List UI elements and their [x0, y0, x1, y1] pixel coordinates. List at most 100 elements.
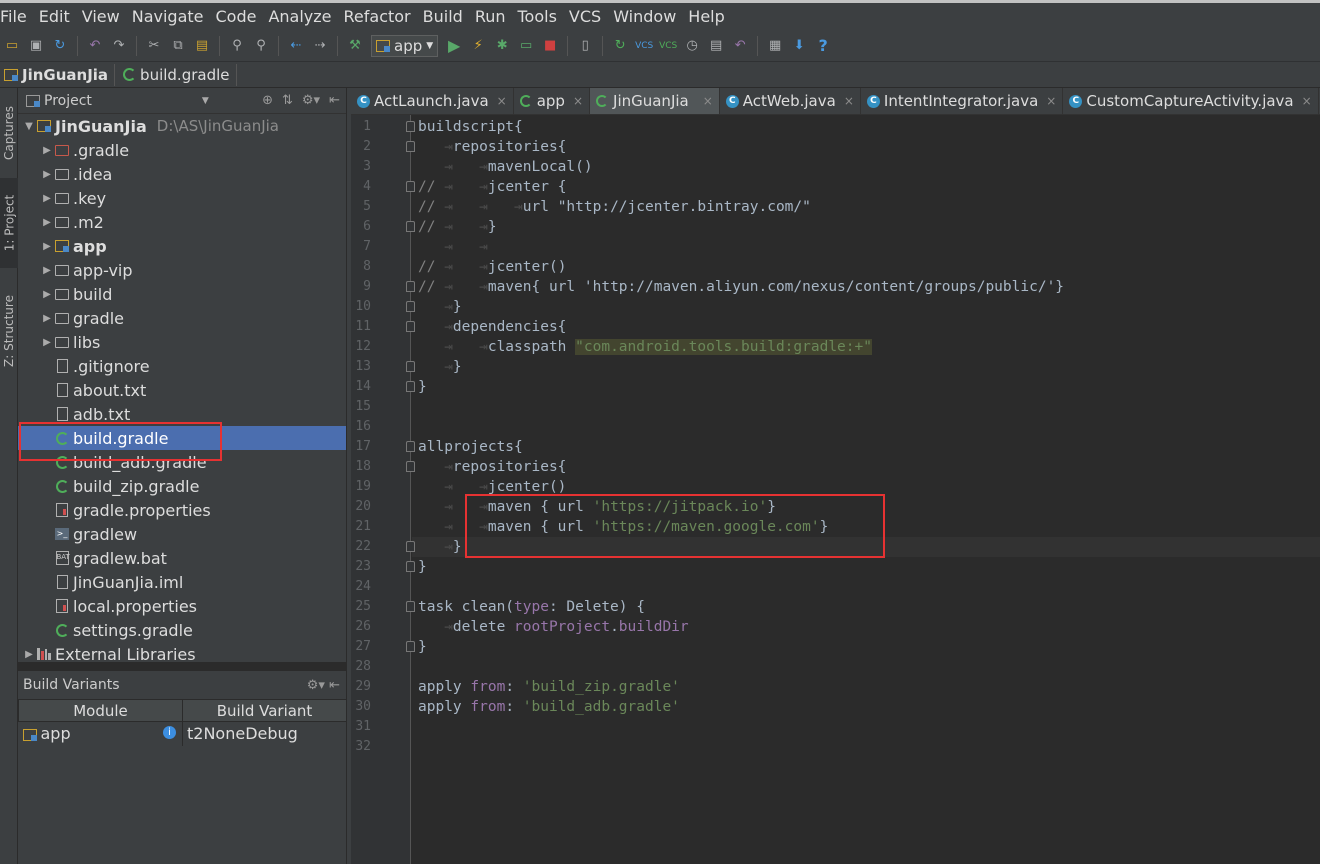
menu-view[interactable]: View: [82, 7, 126, 26]
tree-item-external-libraries[interactable]: ▶ External Libraries: [18, 642, 346, 663]
scroll-from-source-icon[interactable]: ⊕: [262, 93, 273, 108]
tree-item-idea[interactable]: ▶ .idea: [18, 162, 346, 186]
close-icon[interactable]: ×: [1046, 94, 1056, 108]
fold-marker-icon[interactable]: [406, 221, 415, 232]
tree-item-build-zip-gradle[interactable]: build_zip.gradle: [18, 474, 346, 498]
collapse-all-icon[interactable]: ⇅: [282, 93, 293, 108]
expand-arrow-icon[interactable]: ▶: [40, 241, 54, 252]
profile-icon[interactable]: ▭: [515, 35, 537, 57]
menu-refactor[interactable]: Refactor: [344, 7, 417, 26]
copy-icon[interactable]: ⧉: [167, 35, 189, 57]
menu-help[interactable]: Help: [688, 7, 730, 26]
tree-item-libs[interactable]: ▶ libs: [18, 330, 346, 354]
find-icon[interactable]: ⚲: [226, 35, 248, 57]
avd-manager-icon[interactable]: ▯: [574, 35, 596, 57]
tree-item-gradlew-bat[interactable]: BAT gradlew.bat: [18, 546, 346, 570]
table-row[interactable]: app i t2NoneDebug: [18, 721, 347, 746]
breadcrumb-file[interactable]: build.gradle: [119, 63, 237, 86]
structure-tool-tab[interactable]: Z: Structure: [0, 278, 18, 383]
run-config-select[interactable]: app ▼: [371, 34, 439, 57]
expand-arrow-icon[interactable]: ▶: [40, 313, 54, 324]
undo-icon[interactable]: ↶: [84, 35, 106, 57]
vcs-history-icon[interactable]: ◷: [681, 35, 703, 57]
tree-item-m2[interactable]: ▶ .m2: [18, 210, 346, 234]
tree-item-build-adb-gradle[interactable]: build_adb.gradle: [18, 450, 346, 474]
redo-icon[interactable]: ↷: [108, 35, 130, 57]
tree-item-app-vip[interactable]: ▶ app-vip: [18, 258, 346, 282]
sdk-manager-icon[interactable]: ⬇: [788, 35, 810, 57]
open-folder-icon[interactable]: ▭: [1, 35, 23, 57]
fold-marker-icon[interactable]: [406, 381, 415, 392]
tab-customcaptureactivity[interactable]: C CustomCaptureActivity.java ×: [1063, 88, 1319, 114]
tree-root[interactable]: ▼ JinGuanJia D:\AS\JinGuanJia: [18, 114, 346, 138]
menu-file[interactable]: File: [0, 7, 33, 26]
fold-marker-icon[interactable]: [406, 181, 415, 192]
code-editor[interactable]: 1 2 3 4 5 6 7 8 9 10 11 12 13 14 15 16 17 18 19 20 21 22 23 24 2…: [351, 115, 1320, 864]
stop-icon[interactable]: ■: [539, 35, 561, 57]
cut-icon[interactable]: ✂: [143, 35, 165, 57]
tab-actweb[interactable]: C ActWeb.java ×: [720, 88, 861, 114]
variant-cell[interactable]: t2NoneDebug: [182, 721, 347, 746]
project-structure-icon[interactable]: ▦: [764, 35, 786, 57]
menu-window[interactable]: Window: [613, 7, 682, 26]
tab-actlaunch[interactable]: C ActLaunch.java ×: [351, 88, 514, 114]
tree-item-gitignore[interactable]: .gitignore: [18, 354, 346, 378]
fold-marker-icon[interactable]: [406, 121, 415, 132]
tree-item-gradle[interactable]: ▶ gradle: [18, 306, 346, 330]
paste-icon[interactable]: ▤: [191, 35, 213, 57]
forward-icon[interactable]: ⇢: [309, 35, 331, 57]
vcs-commit-icon[interactable]: VCS: [657, 35, 679, 57]
fold-marker-icon[interactable]: [406, 641, 415, 652]
tree-item-gradle-properties[interactable]: gradle.properties: [18, 498, 346, 522]
tree-item-about-txt[interactable]: about.txt: [18, 378, 346, 402]
expand-arrow-icon[interactable]: ▶: [40, 265, 54, 276]
project-view-select[interactable]: Project: [44, 93, 92, 109]
tab-jinguanjia[interactable]: JinGuanJia ×: [590, 88, 720, 114]
expand-arrow-icon[interactable]: ▶: [40, 145, 54, 156]
save-icon[interactable]: ▣: [25, 35, 47, 57]
tree-item-local-properties[interactable]: local.properties: [18, 594, 346, 618]
fold-marker-icon[interactable]: [406, 601, 415, 612]
menu-build[interactable]: Build: [423, 7, 469, 26]
tree-item-app[interactable]: ▶ app: [18, 234, 346, 258]
info-icon[interactable]: i: [163, 726, 176, 740]
expand-arrow-icon[interactable]: ▶: [40, 193, 54, 204]
menu-analyze[interactable]: Analyze: [268, 7, 337, 26]
tree-item-iml[interactable]: JinGuanJia.iml: [18, 570, 346, 594]
gear-icon[interactable]: ⚙▾: [307, 678, 325, 693]
menu-code[interactable]: Code: [216, 7, 263, 26]
expand-arrow-icon[interactable]: ▶: [40, 169, 54, 180]
apply-changes-icon[interactable]: ⚡: [467, 35, 489, 57]
hide-panel-icon[interactable]: ⇤: [329, 93, 340, 108]
captures-tool-tab[interactable]: Captures: [0, 93, 18, 173]
tree-item-build-gradle[interactable]: build.gradle: [18, 426, 346, 450]
close-icon[interactable]: ×: [844, 94, 854, 108]
fold-marker-icon[interactable]: [406, 541, 415, 552]
fold-marker-icon[interactable]: [406, 441, 415, 452]
tree-item-adb-txt[interactable]: adb.txt: [18, 402, 346, 426]
fold-marker-icon[interactable]: [406, 561, 415, 572]
tree-item-settings-gradle[interactable]: settings.gradle: [18, 618, 346, 642]
hide-panel-icon[interactable]: ⇤: [329, 678, 340, 693]
chevron-down-icon[interactable]: ▼: [202, 96, 209, 106]
menu-vcs[interactable]: VCS: [569, 7, 607, 26]
debug-icon[interactable]: ✱: [491, 35, 513, 57]
sync-gradle-icon[interactable]: ↻: [609, 35, 631, 57]
fold-marker-icon[interactable]: [406, 461, 415, 472]
tab-app[interactable]: app ×: [514, 88, 591, 114]
tree-item-gradlew[interactable]: >_ gradlew: [18, 522, 346, 546]
tree-item-gradle-dir[interactable]: ▶ .gradle: [18, 138, 346, 162]
fold-marker-icon[interactable]: [406, 281, 415, 292]
menu-run[interactable]: Run: [475, 7, 512, 26]
back-icon[interactable]: ⇠: [285, 35, 307, 57]
breadcrumb-project[interactable]: JinGuanJia: [0, 63, 116, 86]
gear-icon[interactable]: ⚙▾: [302, 93, 320, 108]
vcs-update-icon[interactable]: VCS: [633, 35, 655, 57]
close-icon[interactable]: ×: [703, 94, 713, 108]
close-icon[interactable]: ×: [497, 94, 507, 108]
expand-arrow-icon[interactable]: ▼: [22, 121, 36, 132]
menu-edit[interactable]: Edit: [39, 7, 76, 26]
vcs-compare-icon[interactable]: ▤: [705, 35, 727, 57]
menu-tools[interactable]: Tools: [518, 7, 563, 26]
close-icon[interactable]: ×: [573, 94, 583, 108]
